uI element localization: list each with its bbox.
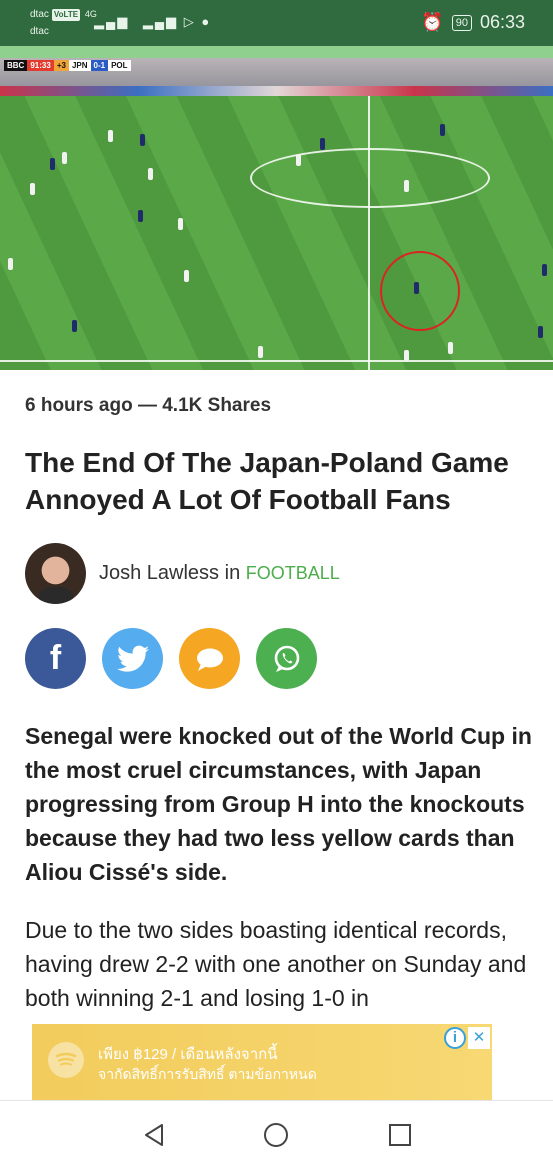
player: [62, 152, 67, 164]
player: [148, 168, 153, 180]
whatsapp-share-button[interactable]: [256, 628, 317, 689]
facebook-share-button[interactable]: f: [25, 628, 86, 689]
spotify-logo-icon: [48, 1042, 84, 1078]
battery-indicator: 90: [451, 14, 472, 31]
status-icons: ▂▄▆ ▂▄▆ ▷ ●: [74, 14, 211, 30]
ad-info-icon[interactable]: i: [444, 1027, 466, 1049]
added-time: +3: [53, 60, 69, 71]
alarm-icon: ⏰: [421, 12, 444, 32]
header-strip: [0, 46, 553, 58]
scorebug: BBC 91:33 +3 JPN 0-1 POL: [4, 60, 131, 71]
article-lead: Senegal were knocked out of the World Cu…: [25, 723, 532, 885]
article-headline: The End Of The Japan-Poland Game Annoyed…: [25, 447, 509, 515]
player: [258, 346, 263, 358]
play-store-icon: ▷: [183, 14, 196, 29]
author-row: Josh Lawless in FOOTBALL: [25, 542, 340, 604]
whatsapp-icon: [274, 645, 299, 672]
avatar[interactable]: [25, 542, 86, 604]
twitter-share-button[interactable]: [102, 628, 163, 689]
signal-icon-2: ▂▄▆: [142, 14, 179, 29]
advertising-boards: [0, 86, 553, 96]
player: [108, 130, 113, 142]
carrier-label-secondary: dtac: [30, 26, 49, 37]
player: [140, 134, 145, 146]
player: [320, 138, 325, 150]
home-icon[interactable]: [262, 1121, 290, 1149]
status-right: ⏰ 90 06:33: [421, 12, 525, 33]
player: [404, 180, 409, 192]
player: [448, 342, 453, 354]
player: [184, 270, 189, 282]
broadcaster-logo: BBC: [4, 60, 28, 71]
spotify-waves-icon: [55, 1052, 77, 1066]
carrier-label: dtac: [30, 9, 49, 20]
score: 0-1: [90, 60, 109, 71]
match-clock: 91:33: [27, 60, 54, 71]
player: [538, 326, 543, 338]
ad-headline: เพียง ฿129 / เดือนหลังจากนี้: [98, 1046, 278, 1063]
clock: 06:33: [479, 12, 525, 32]
ad-close-icon[interactable]: ✕: [468, 1027, 490, 1049]
touchline: [0, 360, 553, 362]
player: [138, 210, 143, 222]
away-team: POL: [108, 60, 131, 71]
highlight-circle: [380, 251, 460, 331]
author-byline: Josh Lawless in FOOTBALL: [99, 562, 340, 585]
ad-banner[interactable]: เพียง ฿129 / เดือนหลังจากนี้ จากัดสิทธิ์…: [32, 1024, 492, 1100]
player: [50, 158, 55, 170]
player: [178, 218, 183, 230]
author-connector: in: [219, 561, 246, 584]
halfway-line: [368, 96, 370, 370]
home-team: JPN: [68, 60, 91, 71]
author-name[interactable]: Josh Lawless: [99, 562, 219, 584]
recent-apps-icon[interactable]: [386, 1121, 414, 1149]
player: [30, 183, 35, 195]
center-circle: [250, 148, 490, 208]
hero-image[interactable]: BBC 91:33 +3 JPN 0-1 POL: [0, 58, 553, 370]
article-body: Due to the two sides boasting identical …: [25, 917, 527, 1011]
facebook-icon: f: [49, 639, 62, 677]
back-icon[interactable]: [140, 1121, 168, 1149]
status-bar: dtac VoLTE 4G dtac ▂▄▆ ▂▄▆ ▷ ● ⏰ 90 06:33: [0, 0, 553, 46]
messenger-icon: ●: [201, 14, 212, 29]
ad-controls: i ✕: [444, 1027, 490, 1049]
player: [440, 124, 445, 136]
player: [542, 264, 547, 276]
player: [404, 350, 409, 362]
message-share-button[interactable]: [179, 628, 240, 689]
share-buttons: f: [25, 628, 317, 689]
twitter-icon: [116, 645, 149, 672]
message-icon: [196, 648, 223, 671]
article-meta: 6 hours ago — 4.1K Shares: [25, 395, 272, 416]
player: [296, 154, 301, 166]
player: [72, 320, 77, 332]
category-link[interactable]: FOOTBALL: [246, 563, 340, 583]
navigation-bar: [0, 1100, 553, 1167]
signal-icon: ▂▄▆: [94, 14, 130, 29]
ad-subtext: จากัดสิทธิ์การรับสิทธิ์ ตามข้อกาหนด: [98, 1066, 317, 1082]
player: [8, 258, 13, 270]
